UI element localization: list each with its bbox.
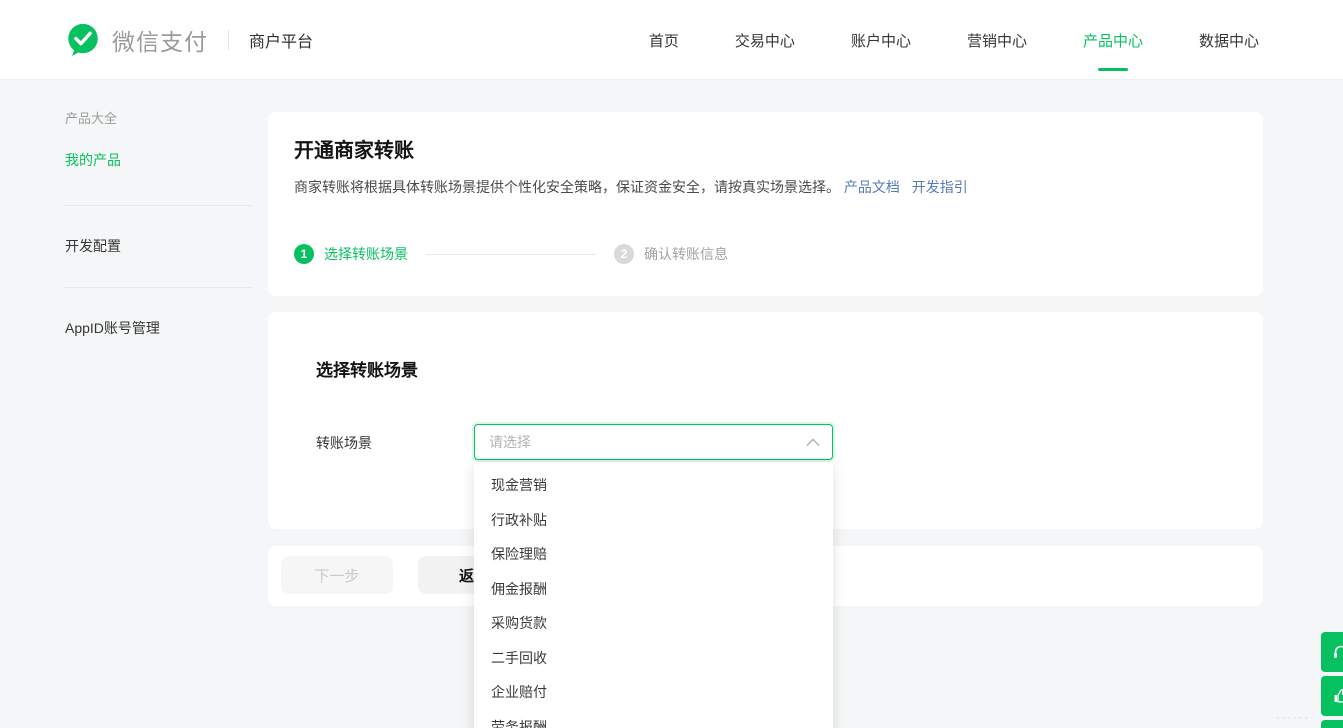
step-2-number: 2 bbox=[614, 244, 634, 264]
dropdown-option-labor-pay[interactable]: 劳务报酬 bbox=[474, 710, 833, 728]
customer-service-button[interactable] bbox=[1321, 632, 1343, 672]
chevron-up-icon bbox=[806, 438, 820, 447]
portal-label: 商户平台 bbox=[249, 28, 313, 52]
sidebar: 产品大全 我的产品 开发配置 AppID账号管理 bbox=[0, 80, 268, 728]
nav-item-home[interactable]: 首页 bbox=[647, 24, 681, 57]
next-step-button[interactable]: 下一步 bbox=[281, 556, 393, 594]
feedback-button[interactable] bbox=[1321, 676, 1343, 716]
nav-item-transactions[interactable]: 交易中心 bbox=[733, 24, 797, 57]
step-2-confirm-info: 2 确认转账信息 bbox=[614, 244, 728, 264]
dropdown-option-procurement[interactable]: 采购货款 bbox=[474, 606, 833, 641]
nav-item-data[interactable]: 数据中心 bbox=[1197, 24, 1261, 57]
form-section-title: 选择转账场景 bbox=[316, 356, 418, 381]
transfer-scene-dropdown: 现金营销 行政补贴 保险理赔 佣金报酬 采购货款 二手回收 企业赔付 劳务报酬 bbox=[474, 462, 833, 728]
dropdown-option-secondhand[interactable]: 二手回收 bbox=[474, 641, 833, 676]
sidebar-category-products[interactable]: 产品大全 bbox=[65, 108, 117, 127]
dots-decoration: ······ bbox=[1276, 712, 1310, 724]
wechat-pay-logo-icon bbox=[64, 21, 102, 59]
thumbs-up-icon bbox=[1332, 687, 1343, 705]
sidebar-item-appid-management[interactable]: AppID账号管理 bbox=[65, 318, 160, 338]
product-docs-link[interactable]: 产品文档 bbox=[844, 179, 900, 195]
active-tab-underline bbox=[1098, 68, 1128, 71]
sidebar-divider bbox=[64, 287, 252, 288]
floating-action-bar bbox=[1321, 632, 1343, 728]
chat-button[interactable] bbox=[1321, 720, 1343, 728]
headset-icon bbox=[1332, 643, 1343, 661]
dropdown-option-compensation[interactable]: 企业赔付 bbox=[474, 675, 833, 710]
main-nav: 首页 交易中心 账户中心 营销中心 产品中心 数据中心 bbox=[647, 0, 1261, 80]
dropdown-option-commission[interactable]: 佣金报酬 bbox=[474, 572, 833, 607]
nav-item-products[interactable]: 产品中心 bbox=[1081, 24, 1145, 57]
brand-divider bbox=[228, 30, 229, 50]
logo-text: 微信支付 bbox=[112, 23, 208, 57]
step-1-number: 1 bbox=[294, 244, 314, 264]
transfer-scene-field-label: 转账场景 bbox=[316, 433, 372, 453]
dropdown-option-insurance-claim[interactable]: 保险理赔 bbox=[474, 537, 833, 572]
progress-steps: 1 选择转账场景 2 确认转账信息 bbox=[294, 244, 728, 264]
dev-guide-link[interactable]: 开发指引 bbox=[912, 179, 968, 195]
page-description: 商家转账将根据具体转账场景提供个性化安全策略，保证资金安全，请按真实场景选择。 … bbox=[294, 176, 968, 198]
page-title: 开通商家转账 bbox=[294, 134, 414, 163]
sidebar-item-dev-config[interactable]: 开发配置 bbox=[65, 236, 121, 256]
dropdown-option-cash-marketing[interactable]: 现金营销 bbox=[474, 468, 833, 503]
step-connector-line bbox=[426, 254, 596, 255]
dropdown-option-admin-subsidy[interactable]: 行政补贴 bbox=[474, 503, 833, 538]
top-header: 微信支付 商户平台 首页 交易中心 账户中心 营销中心 产品中心 数据中心 bbox=[0, 0, 1343, 80]
select-placeholder: 请选择 bbox=[489, 432, 806, 452]
transfer-scene-select[interactable]: 请选择 bbox=[474, 424, 833, 460]
step-1-label: 选择转账场景 bbox=[324, 244, 408, 264]
wechat-pay-merchant-platform: 微信支付 商户平台 首页 交易中心 账户中心 营销中心 产品中心 数据中心 产品… bbox=[0, 0, 1343, 728]
nav-item-marketing[interactable]: 营销中心 bbox=[965, 24, 1029, 57]
brand[interactable]: 微信支付 bbox=[64, 21, 208, 59]
intro-card: 开通商家转账 商家转账将根据具体转账场景提供个性化安全策略，保证资金安全，请按真… bbox=[268, 112, 1263, 296]
description-text: 商家转账将根据具体转账场景提供个性化安全策略，保证资金安全，请按真实场景选择。 bbox=[294, 179, 840, 195]
step-2-label: 确认转账信息 bbox=[644, 244, 728, 264]
nav-item-products-label: 产品中心 bbox=[1083, 33, 1143, 50]
nav-item-account[interactable]: 账户中心 bbox=[849, 24, 913, 57]
sidebar-divider bbox=[64, 205, 252, 206]
step-1-select-scene: 1 选择转账场景 bbox=[294, 244, 408, 264]
sidebar-item-my-products[interactable]: 我的产品 bbox=[65, 150, 121, 170]
